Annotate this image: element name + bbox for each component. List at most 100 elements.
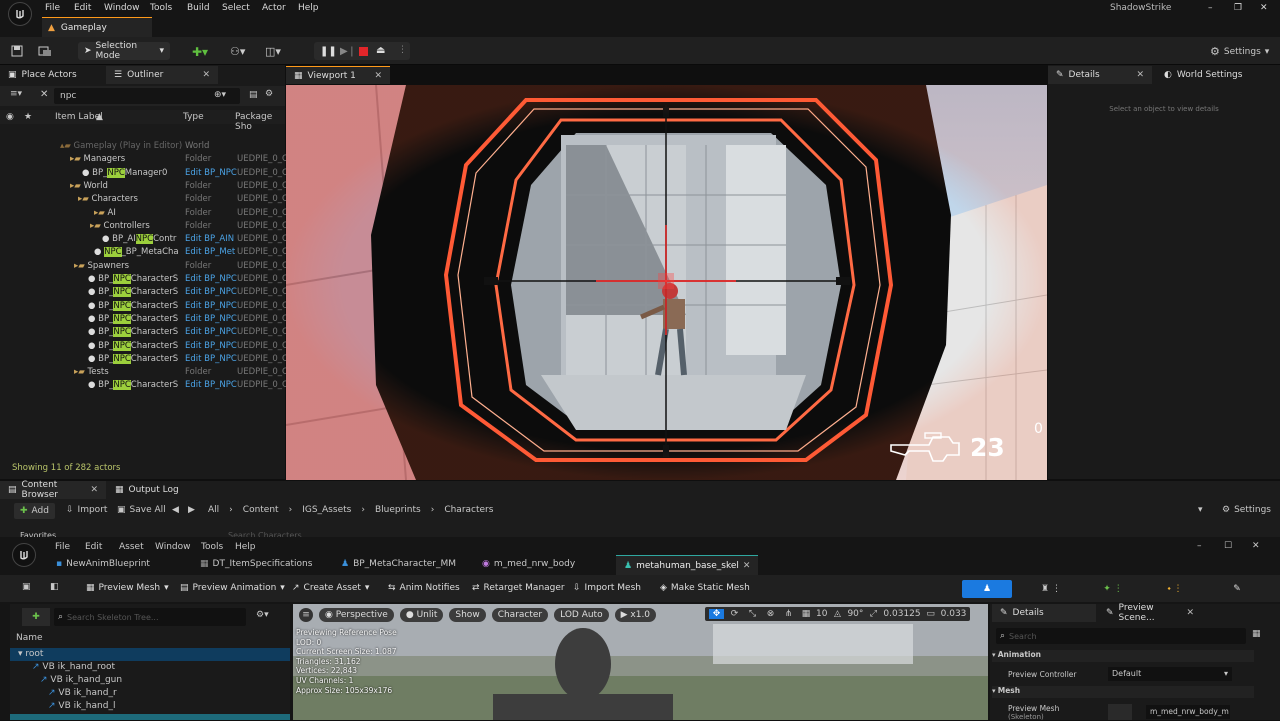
- blueprint-mode-button[interactable]: ⬩ ⋮: [1150, 580, 1200, 598]
- outliner-row[interactable]: ● BP_NPCCharacterS Edit BP_NPC UEDPIE_0_C: [0, 300, 288, 313]
- selection-mode-dropdown[interactable]: ➤ Selection Mode ▾: [78, 41, 170, 61]
- menu-help[interactable]: Help: [298, 3, 319, 13]
- unlit-button[interactable]: ● Unlit: [399, 608, 444, 622]
- close-icon[interactable]: ✕: [1136, 70, 1144, 80]
- breadcrumb-all[interactable]: All: [208, 505, 219, 515]
- tab-viewport[interactable]: ▦ Viewport 1 ✕: [286, 66, 390, 84]
- outliner-row-type[interactable]: Edit BP_NPC: [185, 287, 237, 297]
- outliner-row-type[interactable]: Edit BP_NPC: [185, 301, 237, 311]
- menu-actor[interactable]: Actor: [262, 3, 286, 13]
- tree-row[interactable]: ↗ VB ik_hand_root: [32, 662, 115, 672]
- outliner-row-type[interactable]: Edit BP_NPC: [185, 354, 237, 364]
- save-icon[interactable]: [10, 44, 24, 58]
- scale-snap-value[interactable]: 0.03125: [883, 609, 920, 619]
- details-search-input[interactable]: ⌕ Search: [996, 628, 1246, 644]
- outliner-search-input[interactable]: npc: [54, 88, 240, 104]
- perspective-button[interactable]: ◉ Perspective: [319, 608, 394, 622]
- editor-tab-2[interactable]: ▦ DT_ItemSpecifications: [200, 559, 312, 569]
- editor-tab-1[interactable]: ▪ NewAnimBlueprint: [56, 559, 150, 569]
- section-animation[interactable]: ▾ Animation: [992, 650, 1254, 662]
- close-icon[interactable]: ✕: [1186, 608, 1194, 618]
- close-icon[interactable]: ✕: [90, 485, 98, 495]
- editor-tab-5[interactable]: ♟ metahuman_base_skel ✕: [616, 555, 758, 575]
- unreal-logo-icon[interactable]: [8, 2, 32, 26]
- editor-menu-asset[interactable]: Asset: [119, 542, 155, 552]
- pause-icon[interactable]: ❚❚: [320, 46, 337, 57]
- browse-icon[interactable]: [38, 44, 52, 58]
- outliner-row-type[interactable]: Edit BP_Met: [185, 247, 235, 257]
- animation-mode-button[interactable]: ✦ ⋮: [1088, 580, 1138, 598]
- tree-name-column[interactable]: Name: [16, 633, 43, 643]
- tree-row[interactable]: ↗ VB ik_hand_l: [48, 701, 115, 711]
- clear-search-icon[interactable]: ✕: [40, 89, 48, 100]
- outliner-row[interactable]: ● BP_NPCManager0 Edit BP_NPC UEDPIE_0_C: [0, 167, 288, 180]
- tab-output-log[interactable]: ▦ Output Log: [107, 481, 187, 499]
- outliner-row[interactable]: ▸▰ World Folder UEDPIE_0_C: [0, 180, 288, 193]
- menu-file[interactable]: File: [45, 3, 60, 13]
- tab-outliner[interactable]: ☰ Outliner ✕: [106, 66, 218, 84]
- settings-button[interactable]: ⚙ Settings ▾: [1210, 45, 1269, 58]
- tab-content-browser[interactable]: ▤ Content Browser ✕: [0, 480, 106, 500]
- back-icon[interactable]: ◀: [172, 505, 179, 515]
- skeleton-viewport[interactable]: ≡ ◉ Perspective ● Unlit Show Character L…: [293, 604, 988, 720]
- folder-icon[interactable]: ▤: [249, 90, 258, 100]
- world-space-icon[interactable]: ⊗: [763, 609, 778, 619]
- preview-mesh-select[interactable]: m_med_nrw_body_m: [1146, 705, 1230, 719]
- outliner-row-type[interactable]: Edit BP_NPC: [185, 327, 237, 337]
- blueprint-icon[interactable]: ⚇▾: [230, 45, 245, 58]
- forward-icon[interactable]: ▶: [188, 505, 195, 515]
- save-all-button[interactable]: ▣ Save All: [117, 505, 166, 515]
- gear-icon[interactable]: ⚙: [265, 89, 273, 99]
- angle-snap-icon[interactable]: ◬: [830, 609, 844, 619]
- breadcrumb-content[interactable]: Content: [243, 505, 279, 515]
- retarget-manager-button[interactable]: ⇄ Retarget Manager: [472, 580, 565, 596]
- gear-icon[interactable]: ⚙▾: [256, 610, 269, 620]
- make-static-mesh-button[interactable]: ◈ Make Static Mesh: [660, 580, 750, 596]
- outliner-row[interactable]: ● BP_NPCCharacterS Edit BP_NPC UEDPIE_0_C: [0, 379, 288, 392]
- breadcrumb-blueprints[interactable]: Blueprints: [375, 505, 421, 515]
- outliner-row[interactable]: ● BP_NPCCharacterS Edit BP_NPC UEDPIE_0_C: [0, 340, 288, 353]
- outliner-row[interactable]: ● BP_NPCCharacterS Edit BP_NPC UEDPIE_0_C: [0, 326, 288, 339]
- camera-speed-icon[interactable]: ▭: [924, 609, 938, 619]
- outliner-row[interactable]: ▸▰ Characters Folder UEDPIE_0_C: [0, 193, 288, 206]
- character-button[interactable]: Character: [491, 608, 549, 622]
- mesh-mode-button[interactable]: ♜ ⋮: [1026, 580, 1076, 598]
- scale-snap-icon[interactable]: ⤢: [866, 609, 880, 619]
- outliner-row[interactable]: ● BP_AINPCContr Edit BP_AIN UEDPIE_0_C: [0, 233, 288, 246]
- editor-maximize-button[interactable]: ☐: [1224, 541, 1232, 551]
- outliner-row-type[interactable]: Edit BP_NPC: [185, 274, 237, 284]
- tree-row[interactable]: ↗ VB ik_hand_gun: [40, 675, 122, 685]
- rotate-tool-icon[interactable]: ⟳: [727, 609, 742, 619]
- outliner-row-type[interactable]: Edit BP_AIN: [185, 234, 234, 244]
- add-bone-button[interactable]: ✚: [22, 608, 50, 626]
- tree-row[interactable]: ↗ VB ik_hand_r: [48, 688, 117, 698]
- cinematics-icon[interactable]: ◫▾: [265, 45, 281, 58]
- scale-tool-icon[interactable]: ⤡: [745, 609, 760, 619]
- preview-animation-button[interactable]: ▤ Preview Animation ▾: [180, 580, 285, 596]
- menu-edit[interactable]: Edit: [74, 3, 91, 13]
- level-tab[interactable]: ▲ Gameplay: [42, 17, 152, 37]
- editor-tab-3[interactable]: ♟ BP_MetaCharacter_MM: [341, 559, 456, 569]
- grid-snap-icon[interactable]: ▦: [799, 609, 813, 619]
- outliner-row[interactable]: ▸▰ Managers Folder UEDPIE_0_C: [0, 153, 288, 166]
- unreal-logo-icon[interactable]: [12, 543, 36, 567]
- tree-row[interactable]: ▾ root: [18, 649, 43, 659]
- section-mesh[interactable]: ▾ Mesh: [992, 686, 1254, 698]
- save-icon[interactable]: ▣: [22, 582, 31, 592]
- outliner-row[interactable]: ● NPC_BP_MetaCha Edit BP_Met UEDPIE_0_C: [0, 246, 288, 259]
- outliner-row[interactable]: ▴▰ Gameplay (Play in Editor) World: [0, 140, 285, 153]
- outliner-row[interactable]: ▸▰ Spawners Folder UEDPIE_0_C: [0, 260, 288, 273]
- angle-snap-value[interactable]: 90°: [847, 609, 863, 619]
- visibility-icon[interactable]: ◉: [6, 112, 14, 122]
- outliner-row-type[interactable]: Edit BP_NPC: [185, 314, 237, 324]
- outliner-row-type[interactable]: Edit BP_NPC: [185, 380, 237, 390]
- editor-minimize-button[interactable]: –: [1197, 541, 1202, 551]
- column-type[interactable]: Type: [183, 112, 204, 122]
- chevron-down-icon[interactable]: ▾: [1198, 505, 1203, 515]
- grid-snap-value[interactable]: 10: [816, 609, 827, 619]
- lod-button[interactable]: LOD Auto: [554, 608, 609, 622]
- search-options-icon[interactable]: ⊕▾: [214, 90, 226, 100]
- editor-close-button[interactable]: ✕: [1252, 541, 1260, 551]
- camera-speed-value[interactable]: 0.033: [941, 609, 967, 619]
- editor-menu-edit[interactable]: Edit: [85, 542, 119, 552]
